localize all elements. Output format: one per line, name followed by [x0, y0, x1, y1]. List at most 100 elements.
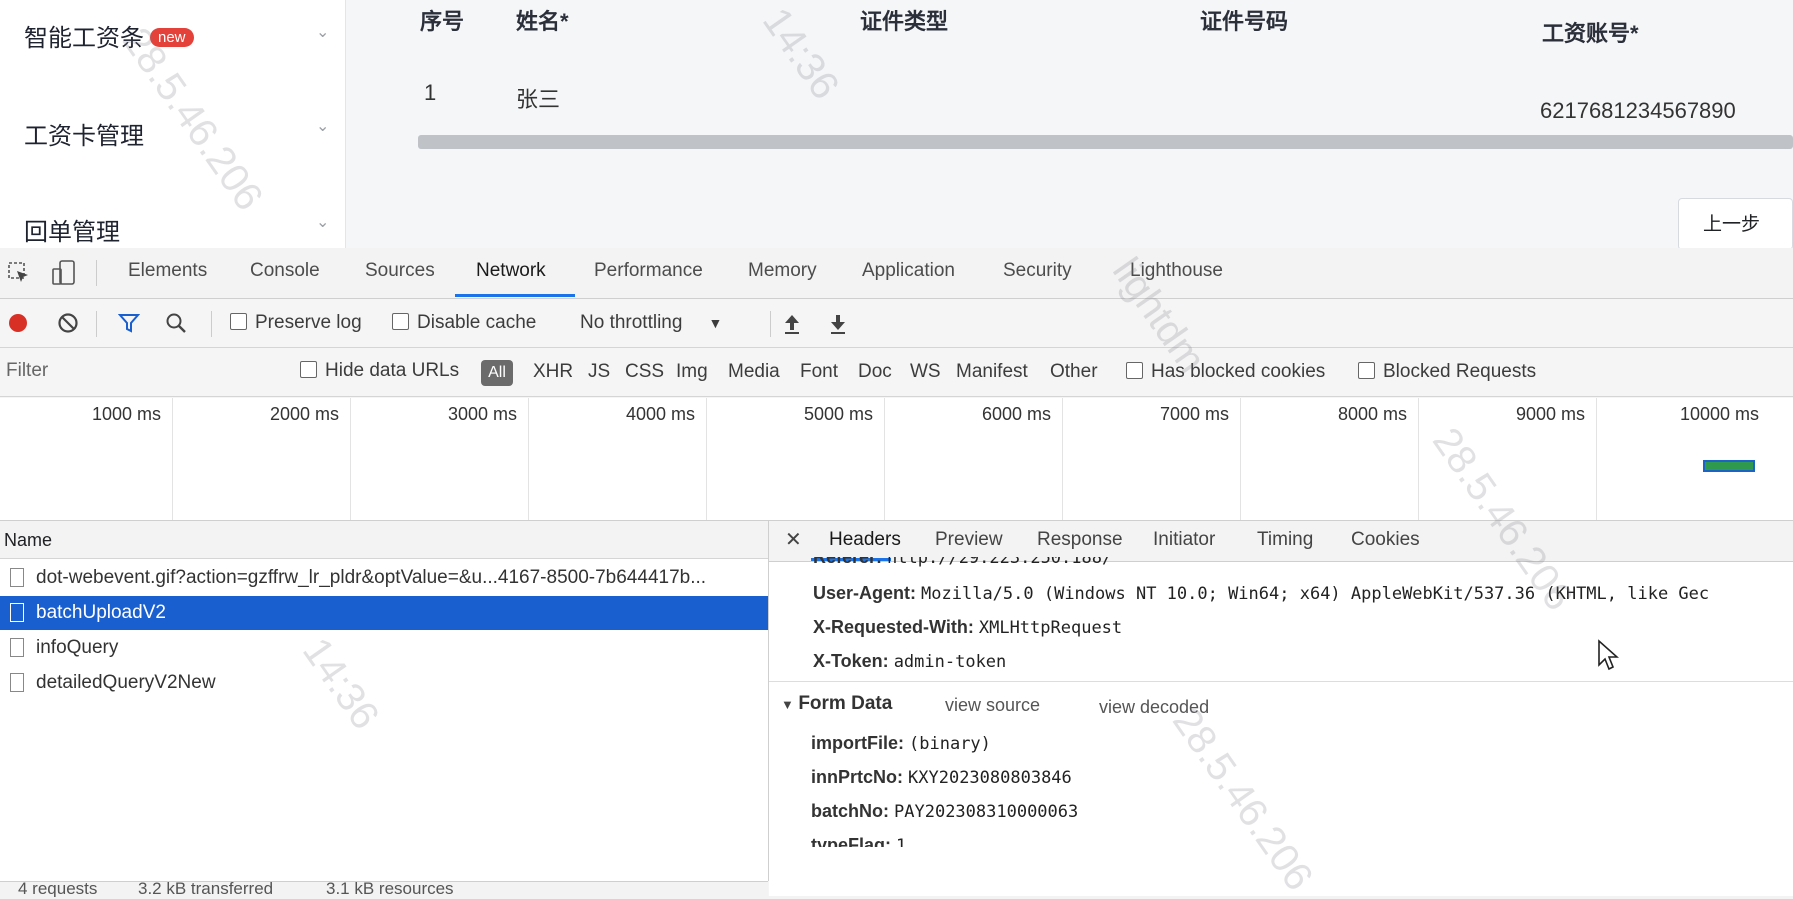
checkbox-icon — [392, 313, 409, 330]
toolbar-divider — [96, 260, 97, 286]
header-row-x-token: X-Token: admin-token — [813, 651, 1006, 672]
network-overview-timeline[interactable]: 1000 ms 2000 ms 3000 ms 4000 ms 5000 ms … — [0, 398, 1793, 521]
request-row-selected[interactable]: batchUploadV2 — [0, 596, 768, 630]
menu-item-salary-slip[interactable]: 智能工资条 new — [24, 18, 194, 53]
request-details-panel: ✕ Headers Preview Response Initiator Tim… — [769, 521, 1793, 896]
chevron-down-icon[interactable]: ⌄ — [316, 22, 329, 42]
blocked-requests-checkbox[interactable]: Blocked Requests — [1358, 361, 1536, 383]
header-value: admin-token — [893, 652, 1007, 672]
tab-memory[interactable]: Memory — [748, 260, 817, 282]
filter-type-manifest[interactable]: Manifest — [956, 361, 1028, 383]
device-toolbar-icon[interactable] — [52, 260, 76, 291]
header-key: X-Requested-With: — [813, 617, 974, 637]
checkbox-icon — [300, 361, 317, 378]
chevron-down-icon[interactable]: ⌄ — [316, 116, 329, 136]
timeline-gridline — [528, 398, 529, 520]
web-app-area: 智能工资条 new ⌄ 工资卡管理 ⌄ 回单管理 ⌄ 序号 姓名* 证件类型 证件… — [0, 0, 1793, 250]
timeline-tick-label: 10000 ms — [1680, 404, 1760, 424]
filter-type-media[interactable]: Media — [728, 361, 780, 383]
search-icon[interactable] — [165, 312, 187, 339]
menu-item-label: 回单管理 — [24, 219, 120, 246]
horizontal-scrollbar[interactable] — [418, 135, 1793, 149]
request-row[interactable]: dot-webevent.gif?action=gzffrw_lr_pldr&o… — [0, 561, 768, 595]
menu-item-salary-card[interactable]: 工资卡管理 — [24, 116, 144, 151]
mouse-cursor-icon — [1597, 639, 1620, 676]
tab-cookies[interactable]: Cookies — [1351, 529, 1420, 551]
export-har-icon[interactable] — [828, 313, 848, 340]
checkbox-icon — [230, 313, 247, 330]
tab-sources[interactable]: Sources — [365, 260, 435, 282]
preserve-log-checkbox[interactable]: Preserve log — [230, 312, 362, 334]
view-source-link[interactable]: view source — [945, 695, 1040, 716]
tab-elements[interactable]: Elements — [128, 260, 207, 282]
tab-headers[interactable]: Headers — [829, 529, 901, 551]
filter-type-doc[interactable]: Doc — [858, 361, 892, 383]
import-har-icon[interactable] — [782, 313, 802, 340]
timeline-tick-label: 8000 ms — [1338, 404, 1408, 424]
menu-item-receipt[interactable]: 回单管理 — [24, 212, 120, 247]
tab-network[interactable]: Network — [476, 260, 546, 282]
blocked-requests-label: Blocked Requests — [1383, 361, 1537, 382]
active-tab-indicator — [455, 294, 575, 297]
table-cell-index: 1 — [424, 80, 437, 105]
request-row[interactable]: infoQuery — [0, 631, 768, 665]
tab-timing[interactable]: Timing — [1257, 529, 1313, 551]
menu-item-label: 智能工资条 — [24, 25, 144, 52]
previous-step-button[interactable]: 上一步 — [1678, 198, 1793, 250]
close-icon[interactable]: ✕ — [785, 527, 802, 552]
tab-console[interactable]: Console — [250, 260, 320, 282]
header-key: User-Agent: — [813, 583, 917, 603]
hide-data-urls-label: Hide data URLs — [325, 360, 460, 381]
disable-cache-checkbox[interactable]: Disable cache — [392, 312, 536, 334]
header-row-referer: Referer: http://29.223.250.188/ — [813, 557, 1112, 569]
filter-type-xhr[interactable]: XHR — [533, 361, 573, 383]
app-sidebar: 智能工资条 new ⌄ 工资卡管理 ⌄ 回单管理 ⌄ — [0, 0, 346, 248]
filter-icon[interactable] — [117, 312, 141, 339]
timeline-gridline — [1596, 398, 1597, 520]
header-key: X-Token: — [813, 651, 889, 671]
filter-type-other[interactable]: Other — [1050, 361, 1098, 383]
timeline-gridline — [1418, 398, 1419, 520]
filter-input[interactable]: Filter — [6, 360, 48, 382]
tab-security[interactable]: Security — [1003, 260, 1072, 282]
field-value: KXY2023080803846 — [908, 768, 1072, 788]
column-header-name[interactable]: Name — [0, 521, 768, 559]
timeline-gridline — [350, 398, 351, 520]
tab-performance[interactable]: Performance — [594, 260, 703, 282]
chevron-down-icon[interactable]: ⌄ — [316, 212, 329, 232]
form-field-inn-prtc-no: innPrtcNo: KXY2023080803846 — [811, 767, 1072, 788]
tab-initiator[interactable]: Initiator — [1153, 529, 1215, 551]
field-key: innPrtcNo: — [811, 767, 903, 787]
column-header-name: 姓名* — [516, 9, 569, 34]
toolbar-divider — [96, 311, 97, 337]
filter-type-css[interactable]: CSS — [625, 361, 664, 383]
filter-type-ws[interactable]: WS — [910, 361, 941, 383]
tab-lighthouse[interactable]: Lighthouse — [1130, 260, 1223, 282]
throttling-value: No throttling — [580, 312, 683, 333]
request-row[interactable]: detailedQueryV2New — [0, 666, 768, 700]
form-data-title: Form Data — [798, 693, 893, 714]
hide-data-urls-checkbox[interactable]: Hide data URLs — [300, 360, 459, 382]
view-decoded-link[interactable]: view decoded — [1099, 697, 1209, 718]
filter-type-js[interactable]: JS — [588, 361, 610, 383]
clear-icon[interactable] — [57, 312, 79, 339]
file-icon — [10, 568, 24, 587]
tab-application[interactable]: Application — [862, 260, 955, 282]
filter-type-font[interactable]: Font — [800, 361, 838, 383]
filter-type-img[interactable]: Img — [676, 361, 708, 383]
form-field-type-flag: typeFlag: 1 — [811, 835, 906, 847]
inspect-element-icon[interactable] — [8, 262, 30, 289]
filter-type-all[interactable]: All — [481, 360, 513, 386]
timeline-gridline — [706, 398, 707, 520]
tab-response[interactable]: Response — [1037, 529, 1123, 551]
checkbox-icon — [1358, 362, 1375, 379]
form-data-section-toggle[interactable]: ▼ Form Data — [781, 693, 892, 715]
record-icon[interactable] — [9, 314, 27, 332]
has-blocked-cookies-checkbox[interactable]: Has blocked cookies — [1126, 361, 1325, 383]
form-field-import-file: importFile: (binary) — [811, 733, 991, 754]
field-key: typeFlag: — [811, 835, 892, 847]
request-name: batchUploadV2 — [36, 602, 166, 623]
field-key: importFile: — [811, 733, 904, 753]
throttling-select[interactable]: No throttling ▼ — [580, 312, 722, 334]
tab-preview[interactable]: Preview — [935, 529, 1003, 551]
